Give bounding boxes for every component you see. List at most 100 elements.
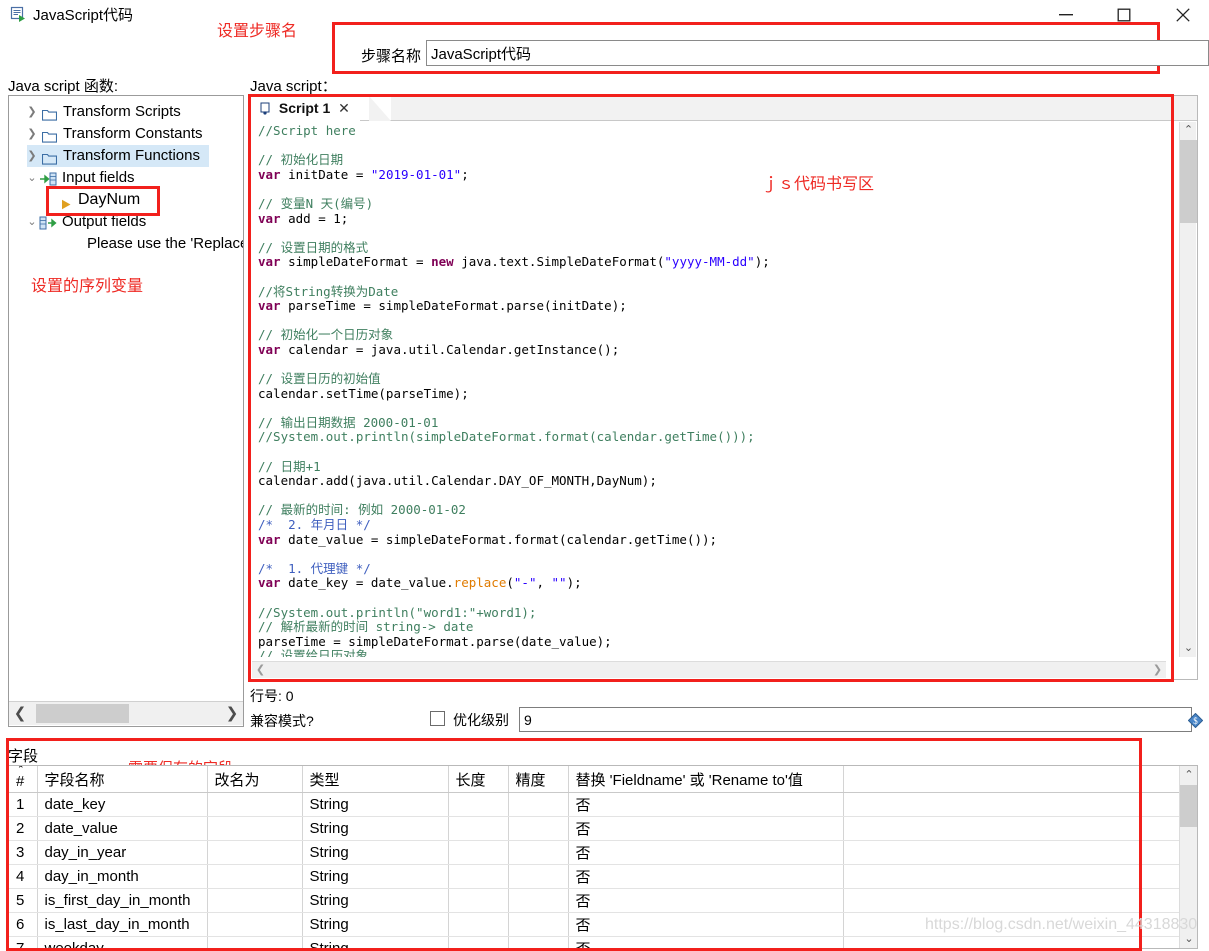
cell-fieldname[interactable]: is_first_day_in_month	[37, 888, 208, 913]
cell-rename[interactable]	[207, 864, 303, 889]
scrollbar-thumb[interactable]	[36, 704, 129, 723]
tab-script-1[interactable]: Script 1 ✕	[251, 96, 360, 121]
cell-extra[interactable]	[843, 864, 1182, 889]
column-header-length[interactable]: 长度	[448, 766, 509, 793]
scroll-up-icon[interactable]: ⌃	[1180, 122, 1197, 139]
cell-precision[interactable]	[508, 792, 569, 817]
step-name-input[interactable]	[426, 40, 1209, 66]
cell-replace[interactable]: 否	[568, 912, 844, 937]
table-row[interactable]: 7weekday String 否	[9, 936, 1182, 948]
editor-vertical-scrollbar[interactable]: ⌃ ⌄	[1179, 122, 1197, 657]
cell-length[interactable]	[448, 792, 509, 817]
cell-length[interactable]	[448, 864, 509, 889]
cell-fieldname[interactable]: date_key	[37, 792, 208, 817]
tree-item-transform-functions[interactable]: ❯ Transform Functions	[27, 145, 209, 167]
cell-type[interactable]: String	[302, 912, 449, 937]
cell-extra[interactable]	[843, 888, 1182, 913]
cell-length[interactable]	[448, 816, 509, 841]
close-button[interactable]	[1160, 0, 1206, 30]
scroll-right-icon[interactable]: ❯	[221, 702, 243, 725]
tree-item-transform-constants[interactable]: ❯ Transform Constants	[9, 123, 243, 145]
cell-type[interactable]: String	[302, 840, 449, 865]
cell-extra[interactable]	[843, 792, 1182, 817]
script-editor-panel[interactable]: Script 1 ✕ //Script here // 初始化日期 var in…	[250, 95, 1198, 680]
cell-index[interactable]: 3	[9, 840, 38, 865]
scroll-left-icon[interactable]: ❮	[9, 702, 31, 725]
cell-extra[interactable]	[843, 840, 1182, 865]
cell-precision[interactable]	[508, 936, 569, 948]
cell-length[interactable]	[448, 888, 509, 913]
cell-precision[interactable]	[508, 888, 569, 913]
scrollbar-thumb[interactable]	[1180, 140, 1197, 223]
cell-type[interactable]: String	[302, 864, 449, 889]
column-header-fieldname[interactable]: 字段名称	[37, 766, 208, 793]
cell-length[interactable]	[448, 912, 509, 937]
cell-type[interactable]: String	[302, 936, 449, 948]
scroll-down-icon[interactable]: ⌄	[1180, 640, 1197, 657]
cell-type[interactable]: String	[302, 792, 449, 817]
cell-rename[interactable]	[207, 936, 303, 948]
column-header-rename[interactable]: 改名为	[207, 766, 303, 793]
cell-length[interactable]	[448, 840, 509, 865]
variable-dollar-icon[interactable]: $	[1187, 712, 1204, 729]
tree-horizontal-scrollbar[interactable]: ❮ ❯	[9, 701, 243, 725]
cell-replace[interactable]: 否	[568, 792, 844, 817]
cell-index[interactable]: 5	[9, 888, 38, 913]
cell-type[interactable]: String	[302, 888, 449, 913]
optimization-level-checkbox[interactable]	[430, 711, 445, 726]
tree-item-daynum[interactable]: DayNum	[9, 189, 243, 211]
code-editor-textarea[interactable]: //Script here // 初始化日期 var initDate = "2…	[252, 122, 1166, 657]
table-row[interactable]: 2 date_value String 否	[9, 816, 1182, 841]
optimization-level-input[interactable]	[519, 707, 1192, 732]
scrollbar-thumb[interactable]	[1180, 785, 1197, 827]
cell-replace[interactable]: 否	[568, 888, 844, 913]
table-row[interactable]: 4 day_in_month String 否	[9, 864, 1182, 889]
column-header-replace[interactable]: 替换 'Fieldname' 或 'Rename to'值	[568, 766, 844, 793]
cell-rename[interactable]	[207, 912, 303, 937]
cell-rename[interactable]	[207, 840, 303, 865]
cell-fieldname[interactable]: day_in_year	[37, 840, 208, 865]
editor-horizontal-scrollbar[interactable]: ❮ ❯	[252, 661, 1166, 678]
chevron-right-icon[interactable]: ❯	[23, 123, 41, 145]
minimize-button[interactable]	[1043, 0, 1089, 30]
cell-replace[interactable]: 否	[568, 864, 844, 889]
column-header-precision[interactable]: 精度	[508, 766, 569, 793]
chevron-right-icon[interactable]: ❯	[23, 145, 41, 167]
table-row[interactable]: 1 date_key String 否	[9, 792, 1182, 817]
cell-index[interactable]: 1	[9, 792, 38, 817]
cell-type[interactable]: String	[302, 816, 449, 841]
scroll-right-icon[interactable]: ❯	[1149, 662, 1166, 679]
cell-index[interactable]: 7	[9, 936, 38, 948]
chevron-right-icon[interactable]: ❯	[23, 101, 41, 123]
cell-fieldname[interactable]: is_last_day_in_month	[37, 912, 208, 937]
cell-precision[interactable]	[508, 816, 569, 841]
scroll-up-icon[interactable]: ⌃	[1180, 766, 1197, 784]
cell-length[interactable]	[448, 936, 509, 948]
maximize-button[interactable]	[1101, 0, 1147, 30]
cell-replace[interactable]: 否	[568, 936, 844, 948]
cell-precision[interactable]	[508, 864, 569, 889]
tree-item-output-fields[interactable]: ⌄ Output fields	[9, 211, 243, 233]
cell-fieldname[interactable]: date_value	[37, 816, 208, 841]
cell-replace[interactable]: 否	[568, 816, 844, 841]
table-row[interactable]: 5 is_first_day_in_month String 否	[9, 888, 1182, 913]
cell-rename[interactable]	[207, 888, 303, 913]
cell-rename[interactable]	[207, 816, 303, 841]
close-icon[interactable]: ✕	[338, 100, 350, 116]
column-header-type[interactable]: 类型	[302, 766, 449, 793]
scroll-left-icon[interactable]: ❮	[252, 662, 269, 679]
cell-index[interactable]: 2	[9, 816, 38, 841]
column-header-index[interactable]: ⌃ #	[9, 766, 38, 793]
cell-rename[interactable]	[207, 792, 303, 817]
cell-fieldname[interactable]: day_in_month	[37, 864, 208, 889]
cell-extra[interactable]	[843, 936, 1182, 948]
tree-item-input-fields[interactable]: ⌄ Input fields	[9, 167, 243, 189]
js-functions-tree[interactable]: ❯ Transform Scripts ❯ Transform Constant…	[8, 95, 244, 727]
tree-item-transform-scripts[interactable]: ❯ Transform Scripts	[9, 101, 243, 123]
cell-fieldname[interactable]: weekday	[37, 936, 208, 948]
table-row[interactable]: 3 day_in_year String 否	[9, 840, 1182, 865]
column-header-extra[interactable]	[843, 766, 1182, 793]
cell-replace[interactable]: 否	[568, 840, 844, 865]
cell-precision[interactable]	[508, 840, 569, 865]
cell-index[interactable]: 6	[9, 912, 38, 937]
